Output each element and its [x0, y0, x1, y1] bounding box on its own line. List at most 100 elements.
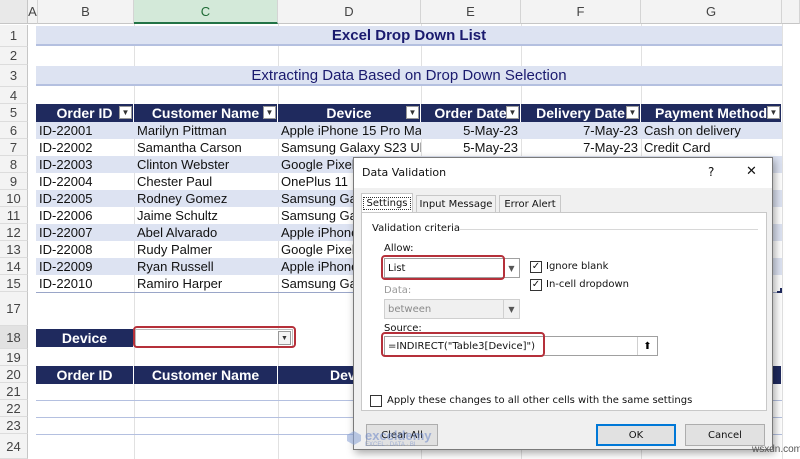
table-cell[interactable]: ID-22005 [36, 190, 134, 207]
table-cell[interactable]: ID-22010 [36, 275, 134, 292]
table-cell[interactable]: ID-22003 [36, 156, 134, 173]
row-header[interactable]: 13 [0, 241, 28, 258]
tab-error-alert[interactable]: Error Alert [499, 195, 561, 213]
table-cell[interactable]: 7-May-23 [521, 139, 641, 156]
tab-settings[interactable]: Settings [361, 193, 413, 213]
column-header-d[interactable]: D [278, 0, 421, 24]
table-header-device[interactable]: Device ▼ [278, 104, 421, 122]
validation-criteria-label: Validation criteria [372, 223, 461, 234]
table-cell[interactable]: Apple iPhone [278, 258, 353, 275]
ok-button[interactable]: OK [596, 424, 676, 446]
table-cell[interactable]: ID-22006 [36, 207, 134, 224]
row-header[interactable]: 4 [0, 87, 28, 104]
row-header[interactable]: 11 [0, 207, 28, 224]
cancel-button[interactable]: Cancel [685, 424, 765, 446]
table-cell[interactable]: Samsung Galaxy S23 Ultra [278, 139, 421, 156]
dialog-titlebar[interactable]: Data Validation ? ✕ [354, 158, 772, 188]
row-header[interactable]: 3 [0, 65, 28, 87]
select-all-corner[interactable] [0, 0, 28, 24]
table-header-delivery-date[interactable]: Delivery Date ▼ [521, 104, 641, 122]
table-cell[interactable]: 7-May-23 [521, 122, 641, 139]
table-cell[interactable]: ID-22009 [36, 258, 134, 275]
collapse-dialog-icon[interactable]: ⬆ [637, 337, 657, 355]
row-header[interactable]: 12 [0, 224, 28, 241]
table-header-customer-name[interactable]: Customer Name ▼ [134, 104, 278, 122]
table-cell[interactable]: ID-22001 [36, 122, 134, 139]
row-header[interactable]: 9 [0, 173, 28, 190]
table-cell[interactable]: Cash on delivery [641, 122, 782, 139]
table-cell[interactable]: Apple iPhone 15 Pro Max [278, 122, 421, 139]
table-cell[interactable]: ID-22002 [36, 139, 134, 156]
filter-dropdown-icon[interactable]: ▼ [406, 106, 419, 119]
table-cell[interactable]: Ramiro Harper [134, 275, 278, 292]
table-cell[interactable]: Samsung Gala [278, 275, 353, 292]
table-cell[interactable]: Clinton Webster [134, 156, 278, 173]
table-cell[interactable]: Google Pixel 8 [278, 241, 353, 258]
tab-input-message[interactable]: Input Message [416, 195, 496, 213]
table-cell[interactable]: Rodney Gomez [134, 190, 278, 207]
filter-dropdown-icon[interactable]: ▼ [119, 106, 132, 119]
in-cell-dropdown-checkbox[interactable]: ✓ [530, 279, 542, 291]
row-header[interactable]: 14 [0, 258, 28, 275]
row-header[interactable]: 8 [0, 156, 28, 173]
divider [460, 229, 758, 230]
filter-dropdown-icon[interactable]: ▼ [767, 106, 780, 119]
table-cell[interactable]: Chester Paul [134, 173, 278, 190]
table-cell[interactable]: Marilyn Pittman [134, 122, 278, 139]
table-cell[interactable]: Jaime Schultz [134, 207, 278, 224]
table-cell[interactable]: Abel Alvarado [134, 224, 278, 241]
row-header[interactable]: 10 [0, 190, 28, 207]
table-cell[interactable]: OnePlus 11 [278, 173, 353, 190]
apply-all-checkbox[interactable] [370, 395, 382, 407]
column-header-c[interactable]: C [134, 0, 278, 24]
data-value: between [388, 303, 432, 315]
table-cell[interactable]: 5-May-23 [421, 122, 521, 139]
row-header[interactable]: 17 [0, 292, 28, 326]
table-cell[interactable]: ID-22004 [36, 173, 134, 190]
table-cell[interactable]: Credit Card [641, 139, 782, 156]
ignore-blank-checkbox[interactable]: ✓ [530, 261, 542, 273]
site-watermark: wsxdn.com [752, 444, 800, 455]
table-header-order-id[interactable]: Order ID ▼ [36, 104, 134, 122]
header-label: Order Date [434, 105, 507, 121]
row-header[interactable]: 18 [0, 326, 28, 349]
row-header[interactable]: 20 [0, 366, 28, 383]
table-cell[interactable]: Apple iPhone [278, 224, 353, 241]
table-cell[interactable]: Google Pixel 8 [278, 156, 353, 173]
column-header-b[interactable]: B [38, 0, 134, 24]
row-header[interactable]: 19 [0, 349, 28, 366]
row-header[interactable]: 7 [0, 139, 28, 156]
row-header[interactable]: 15 [0, 275, 28, 292]
filter-dropdown-icon[interactable]: ▼ [626, 106, 639, 119]
help-button[interactable]: ? [708, 165, 714, 179]
row-header[interactable]: 22 [0, 400, 28, 417]
output-header-customer-name: Customer Name [134, 366, 278, 384]
filter-dropdown-icon[interactable]: ▼ [263, 106, 276, 119]
table-resize-handle[interactable] [777, 288, 782, 293]
column-header-g[interactable]: G [641, 0, 782, 24]
table-cell[interactable]: Samantha Carson [134, 139, 278, 156]
filter-dropdown-icon[interactable]: ▼ [506, 106, 519, 119]
row-header[interactable]: 5 [0, 104, 28, 122]
table-header-order-date[interactable]: Order Date ▼ [421, 104, 521, 122]
row-header[interactable]: 2 [0, 47, 28, 65]
table-cell[interactable]: Samsung Gala [278, 190, 353, 207]
column-header-e[interactable]: E [421, 0, 521, 24]
row-header[interactable]: 1 [0, 25, 28, 47]
table-cell[interactable]: ID-22008 [36, 241, 134, 258]
table-cell[interactable]: Rudy Palmer [134, 241, 278, 258]
table-cell[interactable]: ID-22007 [36, 224, 134, 241]
column-header-a[interactable]: A [28, 0, 38, 24]
chevron-down-icon[interactable]: ▼ [503, 259, 519, 277]
close-icon[interactable]: ✕ [746, 164, 757, 179]
table-cell[interactable]: 5-May-23 [421, 139, 521, 156]
column-header-f[interactable]: F [521, 0, 641, 24]
row-header[interactable]: 23 [0, 417, 28, 434]
row-header[interactable]: 21 [0, 383, 28, 400]
row-header[interactable]: 6 [0, 122, 28, 139]
row-header[interactable]: 24 [0, 434, 28, 459]
table-cell[interactable]: Ryan Russell [134, 258, 278, 275]
gridline [782, 24, 783, 459]
table-header-payment-method[interactable]: Payment Method ▼ [641, 104, 782, 122]
table-cell[interactable]: Samsung Gala [278, 207, 353, 224]
